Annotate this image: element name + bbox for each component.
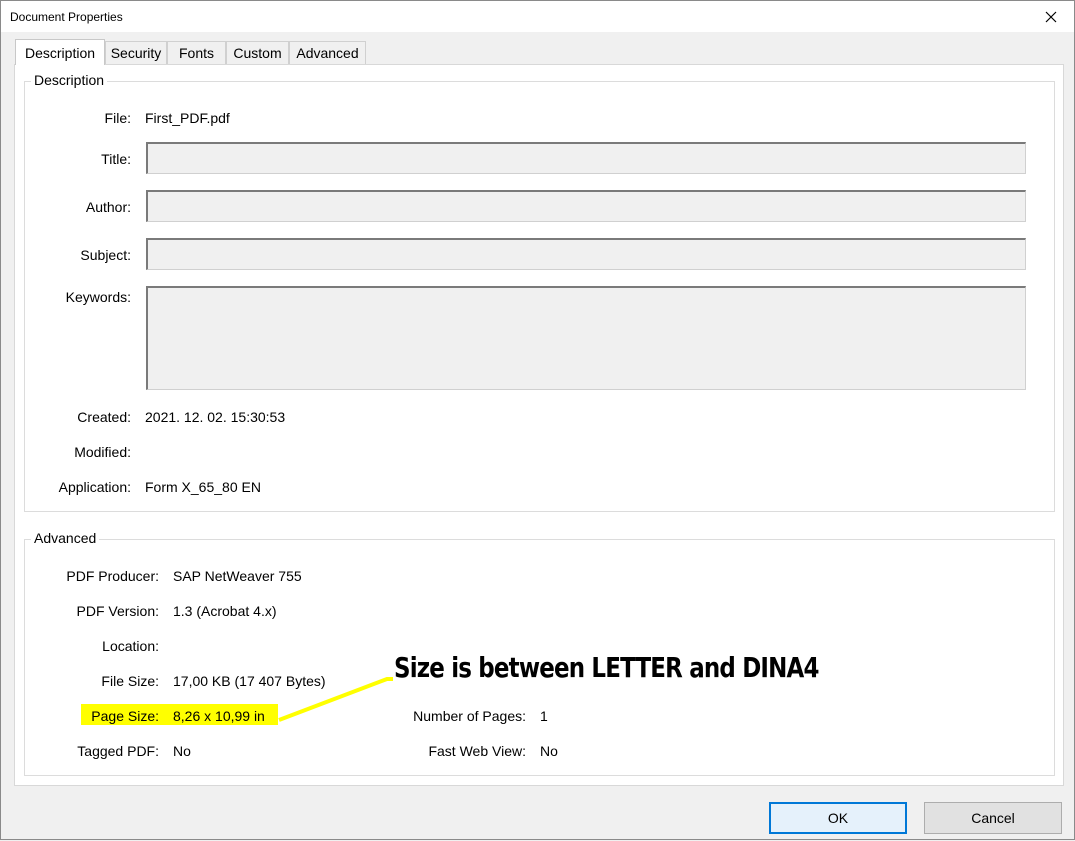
- ok-button[interactable]: OK: [769, 802, 907, 834]
- cancel-button[interactable]: Cancel: [924, 802, 1062, 834]
- annotation-pointer-line: [278, 677, 393, 722]
- tab-description[interactable]: Description: [15, 39, 105, 65]
- document-properties-dialog: Document Properties Description Security…: [0, 0, 1075, 840]
- annotation-arrow-overlay: [278, 677, 393, 722]
- annotation-callout-text: Size is between LETTER and DINA4: [394, 651, 819, 684]
